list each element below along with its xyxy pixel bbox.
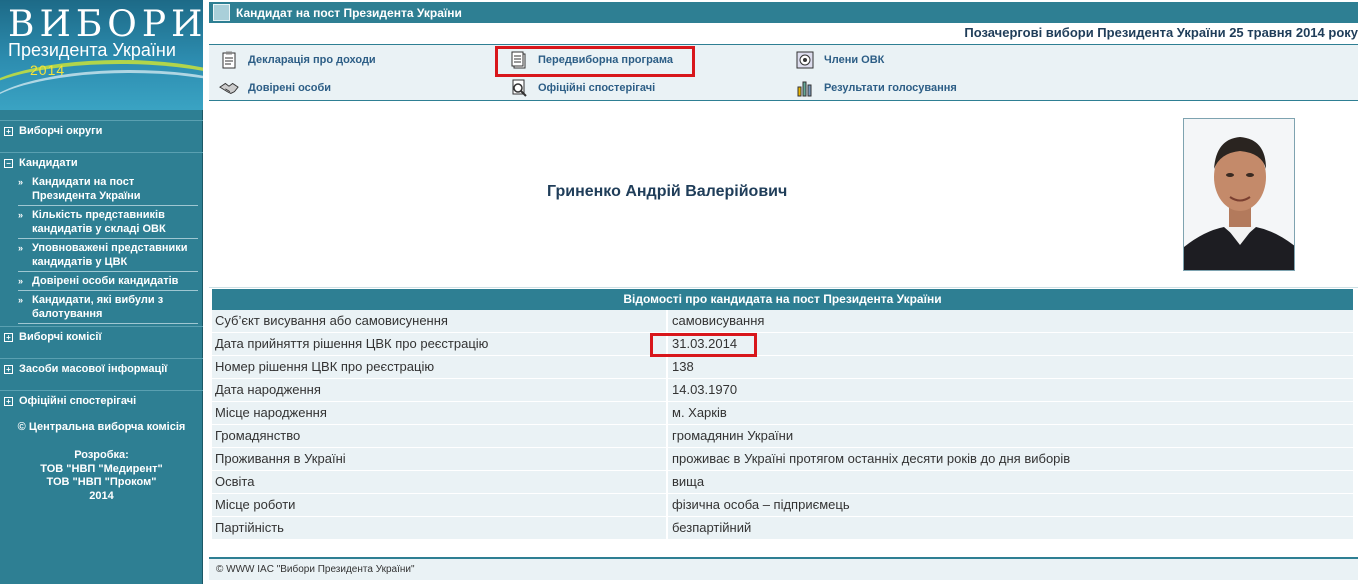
page-title: Кандидат на пост Президента України (236, 5, 462, 20)
clipboard-icon (219, 51, 239, 69)
elections-logo[interactable]: ВИБОРИ Президента України 2014 (0, 0, 203, 110)
logo-subtitle: Президента України (8, 40, 176, 60)
expand-icon[interactable]: + (4, 396, 13, 406)
magnifier-document-icon (509, 79, 529, 97)
link-trusted-persons[interactable]: Довірені особи (219, 79, 331, 97)
sidebar-section-candidates[interactable]: − Кандидати » Кандидати на пост Президента… (0, 152, 203, 324)
handshake-icon (219, 79, 239, 97)
table-row: Дата народження 14.03.1970 (212, 379, 1353, 402)
link-results[interactable]: Результати голосування (795, 79, 957, 97)
bar-chart-icon (795, 79, 815, 97)
page-titlebar: Кандидат на пост Президента України (209, 2, 1358, 23)
expand-icon[interactable]: + (4, 332, 13, 342)
table-row: Проживання в Україні проживає в Україні п… (212, 448, 1353, 471)
election-title: Позачергові вибори Президента України 25… (964, 25, 1358, 40)
sidebar-section-districts[interactable]: + Виборчі округи (0, 120, 203, 141)
sidebar-section-label[interactable]: Засоби масової інформації (19, 363, 167, 375)
sidebar-section-media[interactable]: + Засоби масової інформації (0, 358, 203, 379)
collapse-icon[interactable]: − (4, 158, 13, 168)
table-row: Місце роботи фізична особа – підприємець (212, 494, 1353, 517)
footer: © WWW IAC "Вибори Президента України" (209, 557, 1358, 580)
table-row: Місце народження м. Харків (212, 402, 1353, 425)
highlight-box-program (495, 46, 695, 77)
table-row: Номер рішення ЦВК про реєстрацію 138 (212, 356, 1353, 379)
sidebar-section-label[interactable]: Офіційні спостерігачі (19, 395, 136, 407)
table-row: Суб’єкт висування або самовисунення самов… (212, 310, 1353, 333)
candidate-links-panel: Декларація про доходи Передвиборна прогр… (209, 45, 1358, 101)
developer-info: Розробка: ТОВ "НВП "Медирент" ТОВ "НВП "… (40, 449, 163, 502)
double-arrow-icon: » (18, 276, 24, 286)
sidebar: ВИБОРИ Президента України 2014 + Виборчі … (0, 0, 203, 584)
sidebar-section-commissions[interactable]: + Виборчі комісії (0, 326, 203, 347)
sidebar-section-label[interactable]: Кандидати (19, 157, 78, 169)
double-arrow-icon: » (18, 243, 24, 253)
table-row: Партійність безпартійний (212, 517, 1353, 540)
expand-icon[interactable]: + (4, 364, 13, 374)
candidate-info-table: Відомості про кандидата на пост Президен… (212, 289, 1353, 540)
table-row: Дата прийняття рішення ЦВК про реєстраці… (212, 333, 1353, 356)
candidate-name: Гриненко Андрій Валерійович (547, 183, 788, 200)
double-arrow-icon: » (18, 295, 24, 305)
sidebar-item-authorized-representatives[interactable]: » Уповноважені представники кандидатів у … (18, 239, 198, 272)
sidebar-section-observers[interactable]: + Офіційні спостерігачі (0, 390, 203, 411)
sidebar-copyright: © Центральна виборча комісія (17, 421, 186, 433)
seal-icon (795, 51, 815, 69)
sidebar-section-label[interactable]: Виборчі комісії (19, 331, 102, 343)
title-square-icon (213, 4, 230, 21)
sidebar-item-candidates-president[interactable]: » Кандидати на пост Президента України (18, 173, 198, 206)
double-arrow-icon: » (18, 177, 24, 187)
sidebar-section-label[interactable]: Виборчі округи (19, 125, 102, 137)
link-declaration[interactable]: Декларація про доходи (219, 51, 376, 69)
info-table-title: Відомості про кандидата на пост Президен… (212, 289, 1353, 310)
link-observers[interactable]: Офіційні спостерігачі (509, 79, 655, 97)
sidebar-item-representatives-ovk[interactable]: » Кількість представників кандидатів у ск… (18, 206, 198, 239)
sidebar-item-trusted-persons[interactable]: » Довірені особи кандидатів (18, 272, 198, 291)
table-row: Громадянство громадянин України (212, 425, 1353, 448)
sidebar-item-withdrawn-candidates[interactable]: » Кандидати, які вибули з балотування (18, 291, 198, 324)
logo-year: 2014 (30, 62, 66, 78)
logo-word: ВИБОРИ (8, 4, 203, 45)
link-ovk-members[interactable]: Члени ОВК (795, 51, 884, 69)
highlight-box-registration-date (650, 333, 757, 357)
main-content: Кандидат на пост Президента України Поза… (209, 0, 1358, 584)
candidate-photo (1183, 118, 1295, 271)
double-arrow-icon: » (18, 210, 24, 220)
expand-icon[interactable]: + (4, 126, 13, 136)
table-row: Освіта вища (212, 471, 1353, 494)
